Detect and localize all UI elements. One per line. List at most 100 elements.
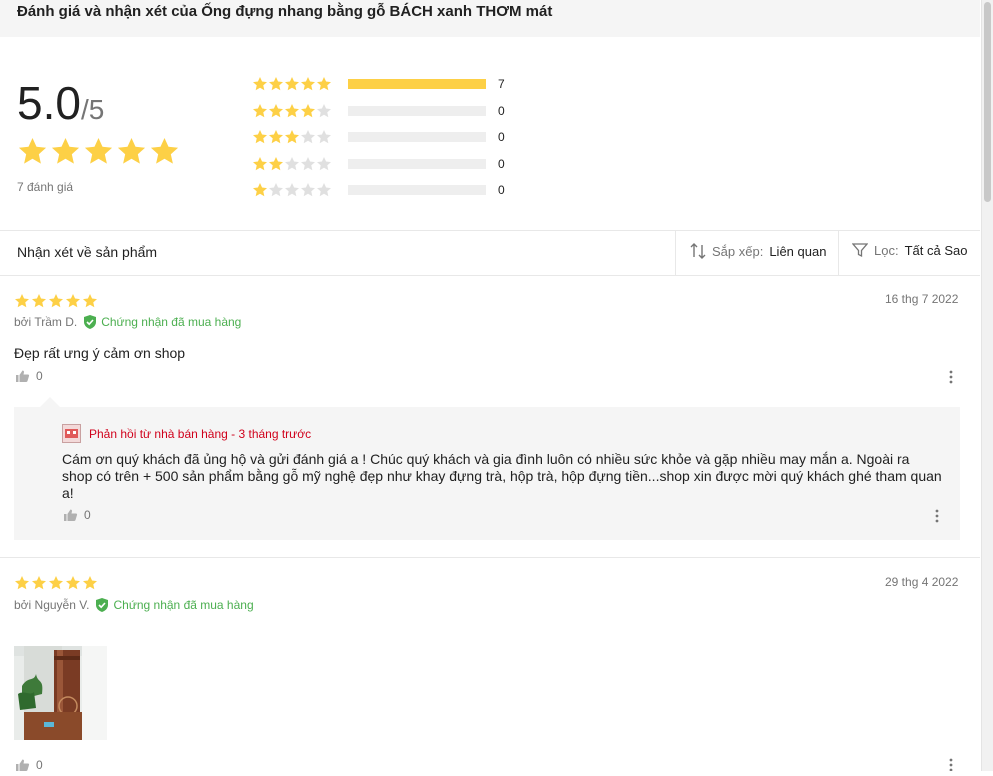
sort-value: Liên quan (769, 243, 827, 259)
star-empty-icon (301, 183, 315, 197)
verified-shield-icon (96, 598, 109, 612)
star-empty-icon (301, 156, 315, 170)
star-empty-icon (317, 103, 331, 117)
rating-row-5[interactable]: 7 (252, 74, 505, 94)
review-author-line: bởi Nguyễn V. Chứng nhận đã mua hàng (14, 597, 254, 613)
star-filled-icon (269, 77, 283, 91)
reply-more-options-icon[interactable] (935, 509, 939, 528)
star-filled-icon (150, 137, 179, 164)
star-filled-icon (83, 294, 97, 308)
divider (838, 231, 839, 275)
rating-row-stars (252, 129, 348, 145)
star-filled-icon (253, 130, 267, 144)
star-filled-icon (317, 77, 331, 91)
sort-icon (690, 243, 706, 259)
average-rating: 5.0/5 (17, 76, 104, 130)
seller-reply: Phản hồi từ nhà bán hàng - 3 tháng trước… (14, 407, 960, 540)
star-filled-icon (285, 103, 299, 117)
thumbs-up-icon (64, 509, 78, 521)
more-options-icon[interactable] (949, 370, 953, 389)
star-empty-icon (317, 183, 331, 197)
verified-label: Chứng nhận đã mua hàng (113, 598, 254, 612)
star-filled-icon (15, 294, 29, 308)
star-filled-icon (269, 156, 283, 170)
star-filled-icon (51, 137, 80, 164)
page-title: Đánh giá và nhận xét của Ống đựng nhang … (17, 3, 553, 20)
average-score: 5.0 (17, 77, 81, 129)
star-filled-icon (66, 576, 80, 590)
rating-count: 0 (498, 156, 505, 171)
star-filled-icon (301, 103, 315, 117)
star-filled-icon (285, 77, 299, 91)
star-filled-icon (253, 156, 267, 170)
review-divider (0, 557, 980, 558)
seller-avatar-icon (62, 424, 81, 443)
rating-bar (348, 79, 486, 89)
section-label: Nhận xét về sản phẩm (17, 244, 158, 260)
review-date: 16 thg 7 2022 (885, 292, 959, 306)
rating-scale: /5 (80, 94, 105, 125)
review-photo[interactable] (14, 646, 107, 740)
like-button[interactable]: 0 (15, 369, 43, 383)
thumbs-up-icon (16, 759, 30, 771)
rating-count: 0 (498, 103, 505, 118)
total-reviews: 7 đánh giá (17, 180, 74, 194)
review-author: bởi Nguyễn V. (14, 598, 90, 612)
star-filled-icon (49, 576, 63, 590)
star-filled-icon (253, 183, 267, 197)
star-filled-icon (32, 576, 46, 590)
star-filled-icon (49, 294, 63, 308)
star-filled-icon (301, 77, 315, 91)
star-filled-icon (18, 137, 47, 164)
like-button[interactable]: 0 (15, 758, 43, 772)
review-author-line: bởi Trầm D. Chứng nhận đã mua hàng (14, 314, 241, 330)
star-filled-icon (15, 576, 29, 590)
rating-count: 0 (498, 183, 505, 197)
more-options-icon[interactable] (949, 758, 953, 776)
like-count: 0 (36, 369, 43, 383)
star-filled-icon (117, 137, 146, 164)
reply-like-count: 0 (84, 508, 91, 522)
reply-content: Cám ơn quý khách đã ủng hộ và gửi đánh g… (62, 451, 942, 501)
star-filled-icon (269, 103, 283, 117)
rating-bar (348, 132, 486, 142)
filter-control[interactable]: Lọc: Tất cả Sao (852, 242, 967, 258)
verified-shield-icon (84, 315, 97, 329)
star-filled-icon (32, 294, 46, 308)
like-count: 0 (36, 758, 43, 772)
rating-count: 7 (498, 77, 505, 91)
rating-count: 0 (498, 130, 505, 144)
reply-like-button[interactable]: 0 (63, 508, 91, 522)
thumbs-up-icon (16, 370, 30, 382)
star-filled-icon (253, 77, 267, 91)
star-filled-icon (253, 103, 267, 117)
verified-label: Chứng nhận đã mua hàng (101, 315, 242, 329)
rating-row-1[interactable]: 0 (252, 180, 505, 200)
star-filled-icon (66, 294, 80, 308)
rating-row-2[interactable]: 0 (252, 154, 505, 174)
review-stars (14, 293, 98, 309)
star-filled-icon (269, 130, 283, 144)
review-content: Đẹp rất ưng ý cảm ơn shop (14, 345, 186, 361)
review-header: Đánh giá và nhận xét của Ống đựng nhang … (0, 0, 980, 37)
verified-badge: Chứng nhận đã mua hàng (95, 597, 254, 613)
verified-badge: Chứng nhận đã mua hàng (83, 314, 241, 330)
rating-bar (348, 158, 486, 169)
rating-bar (348, 105, 486, 116)
filter-value: Tất cả Sao (904, 242, 968, 258)
star-empty-icon (317, 130, 331, 144)
star-filled-icon (83, 576, 97, 590)
rating-row-stars (252, 156, 348, 172)
reply-header: Phản hồi từ nhà bán hàng - 3 tháng trước (62, 424, 311, 443)
rating-row-4[interactable]: 0 (252, 101, 505, 121)
scrollbar[interactable] (981, 0, 993, 771)
filter-icon (852, 243, 868, 258)
average-stars (17, 136, 180, 167)
star-empty-icon (285, 183, 299, 197)
scrollbar-thumb[interactable] (984, 2, 991, 202)
rating-row-3[interactable]: 0 (252, 127, 505, 147)
filter-bar: Nhận xét về sản phẩm Sắp xếp: Liên quan … (0, 230, 980, 276)
reply-title: Phản hồi từ nhà bán hàng - 3 tháng trước (89, 426, 312, 441)
star-empty-icon (285, 156, 299, 170)
sort-control[interactable]: Sắp xếp: Liên quan (690, 242, 826, 260)
